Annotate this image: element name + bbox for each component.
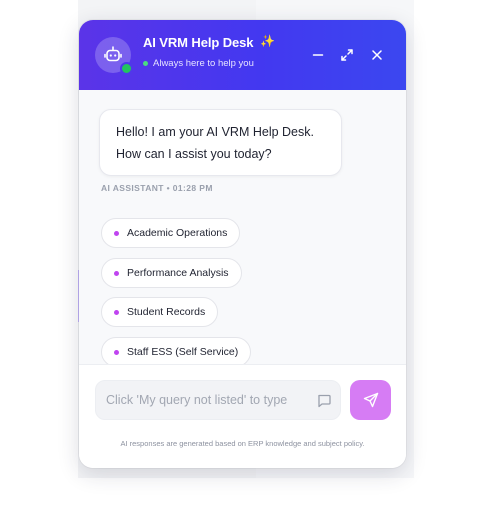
chat-title: AI VRM Help Desk (143, 35, 254, 50)
disclaimer-text: AI responses are generated based on ERP … (120, 439, 365, 448)
bot-message-line: How can I assist you today? (116, 147, 272, 161)
status-line: Always here to help you (143, 58, 254, 69)
status-dot (143, 61, 148, 66)
bot-message-bubble: Hello! I am your AI VRM Help Desk. How c… (99, 109, 342, 176)
message-list[interactable]: Hello! I am your AI VRM Help Desk. How c… (79, 90, 406, 364)
chat-widget: AI VRM Help Desk ✨ Always here to help y… (79, 20, 406, 468)
bullet-dot (114, 270, 119, 276)
bullet-dot (114, 230, 119, 236)
message-input[interactable] (106, 381, 310, 419)
quick-reply-academic-operations[interactable]: Academic Operations (101, 218, 241, 248)
bullet-dot (114, 349, 119, 355)
online-status-dot (120, 62, 133, 75)
bullet-dot (114, 309, 119, 315)
send-icon (363, 392, 378, 408)
close-icon (372, 50, 382, 60)
bot-message-line: Hello! I am your AI VRM Help Desk. (116, 125, 314, 139)
chat-header: AI VRM Help Desk ✨ Always here to help y… (79, 20, 406, 90)
message-square-icon (318, 394, 331, 408)
composer-footer: AI responses are generated based on ERP … (79, 364, 406, 468)
quick-reply-label: Student Records (127, 306, 206, 318)
send-button[interactable] (350, 380, 391, 420)
expand-icon (341, 49, 353, 61)
quick-reply-label: Performance Analysis (127, 267, 229, 279)
minimize-button[interactable] (309, 46, 327, 64)
quick-reply-label: Staff ESS (Self Service) (127, 346, 239, 358)
quick-reply-performance-analysis[interactable]: Performance Analysis (101, 258, 242, 288)
minimize-icon (312, 54, 324, 56)
expand-button[interactable] (338, 46, 356, 64)
close-button[interactable] (368, 46, 386, 64)
message-meta: AI ASSISTANT • 01:28 PM (101, 183, 213, 193)
sparkle-icon: ✨ (260, 34, 275, 48)
status-text: Always here to help you (153, 58, 254, 69)
quick-reply-student-records[interactable]: Student Records (101, 297, 219, 327)
quick-reply-label: Academic Operations (127, 227, 228, 239)
message-input-wrapper (95, 380, 341, 420)
quick-reply-staff-ess[interactable]: Staff ESS (Self Service) (101, 337, 252, 364)
